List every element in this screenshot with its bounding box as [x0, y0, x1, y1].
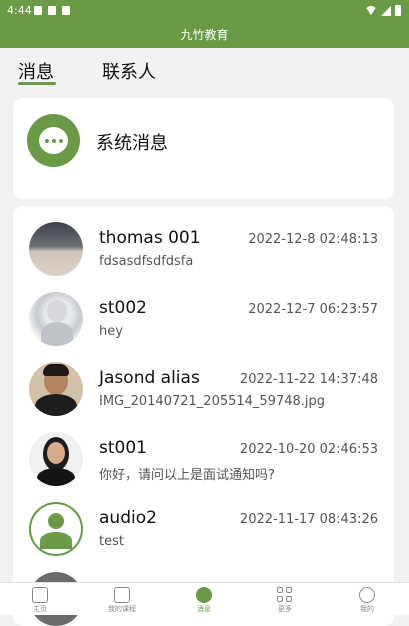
nav-label: 主页 [33, 605, 47, 613]
nav-label: 消息 [197, 605, 211, 613]
nav-label: 我的 [360, 605, 374, 613]
nav-more[interactable]: 更多 [245, 583, 325, 616]
contact-name: thomas 001 [99, 228, 201, 248]
contact-name: audio2 [99, 508, 157, 528]
contact-name: st002 [99, 298, 147, 318]
default-avatar-icon [29, 502, 83, 556]
conversation-item[interactable]: st002 2022-12-7 06:23:57 hey [13, 292, 394, 362]
courses-icon [114, 587, 130, 603]
nav-home[interactable]: 主页 [0, 583, 80, 616]
app-bar: 九竹教育 [0, 22, 409, 48]
message-time: 2022-12-7 06:23:57 [248, 302, 378, 317]
tab-messages[interactable]: 消息 [18, 58, 54, 84]
battery-icon [395, 5, 401, 16]
message-preview: fdsasdfsdfdsfa [99, 254, 194, 269]
wifi-icon [365, 6, 377, 15]
nav-courses[interactable]: 我的课程 [82, 583, 162, 616]
status-icons [365, 5, 401, 16]
conversation-item[interactable]: audio2 2022-11-17 08:43:26 test [13, 502, 394, 572]
message-preview: 你好，请问以上是面试通知吗? [99, 468, 275, 483]
status-time: 4:44 [7, 4, 32, 17]
tab-contacts[interactable]: 联系人 [102, 58, 156, 84]
message-preview: IMG_20140721_205514_59748.jpg [99, 394, 326, 409]
grid-icon [277, 587, 293, 603]
message-time: 2022-11-17 08:43:26 [239, 512, 378, 527]
conversation-list: thomas 001 2022-12-8 02:48:13 fdsasdfsdf… [13, 206, 394, 626]
message-time: 2022-11-22 14:37:48 [239, 372, 378, 387]
nav-label: 我的课程 [108, 605, 136, 613]
avatar [29, 362, 83, 416]
message-time: 2022-12-8 02:48:13 [248, 232, 378, 247]
conversation-item[interactable]: thomas 001 2022-12-8 02:48:13 fdsasdfsdf… [13, 222, 394, 292]
bottom-navigation: 主页 我的课程 消息 更多 我的 [0, 582, 409, 615]
notification-icon [34, 6, 42, 15]
message-time: 2022-10-20 02:46:53 [239, 442, 378, 457]
nav-profile[interactable]: 我的 [327, 583, 407, 616]
conversation-item[interactable]: st001 2022-10-20 02:46:53 你好，请问以上是面试通知吗? [13, 432, 394, 502]
system-messages-entry[interactable]: 系统消息 [13, 98, 394, 199]
chat-bubble-icon [27, 114, 80, 167]
conversation-item[interactable]: Jasond alias 2022-11-22 14:37:48 IMG_201… [13, 362, 394, 432]
avatar [29, 292, 83, 346]
nav-label: 更多 [278, 605, 292, 613]
avatar [29, 222, 83, 276]
profile-icon [359, 587, 375, 603]
notification-icon [62, 6, 70, 15]
status-bar: 4:44 [0, 0, 409, 22]
contact-name: st001 [99, 438, 147, 458]
tab-bar: 消息 联系人 [0, 52, 409, 92]
signal-icon [381, 5, 391, 16]
active-tab-indicator [18, 82, 56, 85]
avatar [29, 432, 83, 486]
message-preview: hey [99, 324, 123, 339]
nav-messages[interactable]: 消息 [164, 583, 244, 616]
message-preview: test [99, 534, 124, 549]
system-messages-label: 系统消息 [96, 133, 168, 154]
contact-name: Jasond alias [99, 368, 200, 388]
notification-icon [48, 6, 56, 15]
home-icon [32, 587, 48, 603]
message-icon [196, 587, 212, 603]
app-title: 九竹教育 [180, 28, 229, 42]
